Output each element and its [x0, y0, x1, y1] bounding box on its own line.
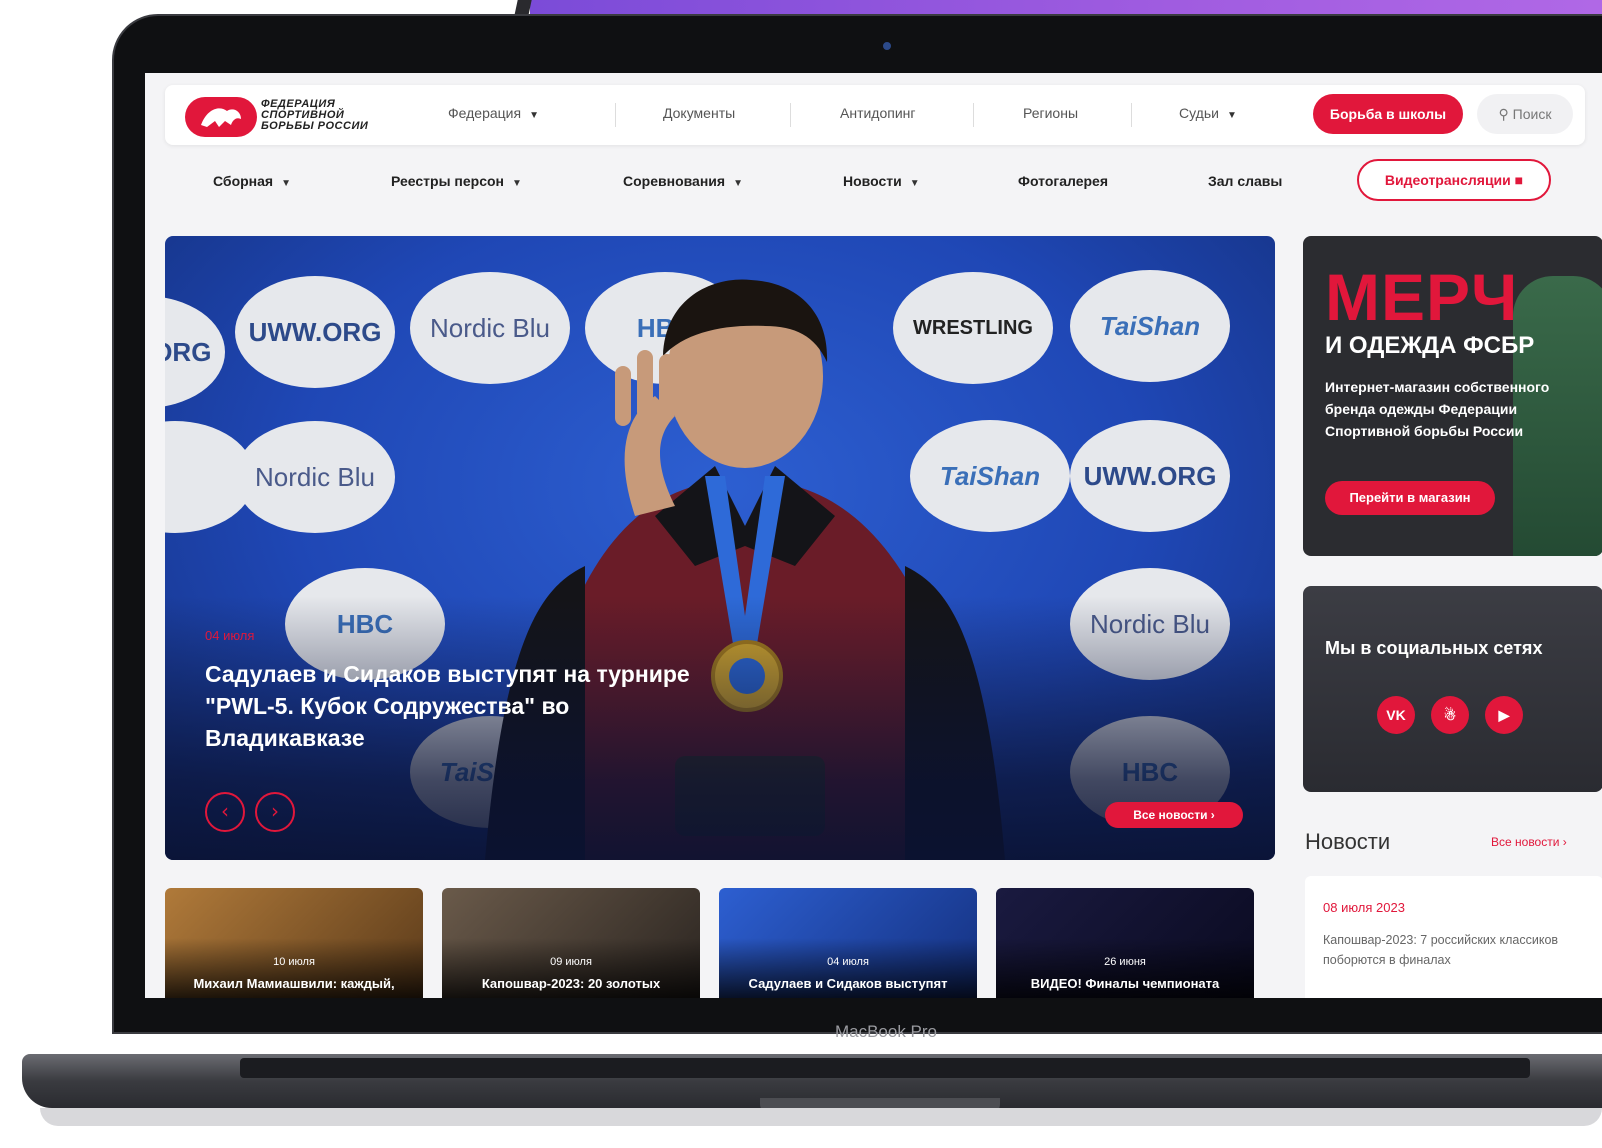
divider — [790, 103, 791, 127]
sponsor-badge: UWW.ORG — [165, 296, 225, 408]
nav-federation[interactable]: Федерация ▼ — [448, 105, 539, 121]
thumb-date: 26 июня — [1104, 956, 1146, 968]
divider — [615, 103, 616, 127]
thumb-date: 09 июля — [550, 956, 592, 968]
logo-text: ФЕДЕРАЦИЯ СПОРТИВНОЙ БОРЬБЫ РОССИИ — [261, 98, 369, 132]
go-to-shop-button[interactable]: Перейти в магазин — [1325, 481, 1495, 515]
nav-regions[interactable]: Регионы — [1023, 105, 1078, 121]
video-broadcasts-button[interactable]: Видеотрансляции ■ — [1357, 159, 1551, 201]
all-news-link[interactable]: Все новости › — [1491, 835, 1567, 849]
thumb-date: 10 июля — [273, 956, 315, 968]
device-label: MacBook Pro — [834, 1022, 938, 1041]
divider — [973, 103, 974, 127]
hero-title[interactable]: Садулаев и Сидаков выступят на турнире "… — [205, 658, 725, 754]
vk-icon[interactable]: VK — [1377, 696, 1415, 734]
sponsor-badge: Nordic Blu — [235, 421, 395, 533]
social-title: Мы в социальных сетях — [1325, 638, 1543, 658]
nav-judges[interactable]: Судьи ▼ — [1179, 105, 1237, 121]
nav-documents[interactable]: Документы — [663, 105, 735, 121]
news-thumb[interactable]: 26 июня ВИДЕО! Финалы чемпионата — [996, 888, 1254, 998]
slider-next-button[interactable]: › — [255, 792, 295, 832]
news-thumb[interactable]: 10 июля Михаил Мамиашвили: каждый, — [165, 888, 423, 998]
merch-banner[interactable]: МЕРЧ И ОДЕЖДА ФСБР Интернет-магазин собс… — [1303, 236, 1602, 556]
chevron-down-icon: ▼ — [512, 178, 522, 189]
thumb-date: 04 июля — [827, 956, 869, 968]
chevron-down-icon: ▼ — [529, 110, 539, 121]
nav-antidoping[interactable]: Антидопинг — [840, 105, 916, 121]
thumb-title: Капошвар-2023: 20 золотых — [481, 976, 661, 991]
camera-record-icon: ■ — [1514, 172, 1524, 188]
merch-subtitle: И ОДЕЖДА ФСБР — [1325, 332, 1535, 359]
wrestlers-logo-icon — [185, 97, 257, 137]
thumb-title: Садулаев и Сидаков выступят — [748, 976, 948, 991]
camera-icon — [883, 42, 891, 50]
sponsor-badge: UWW.ORG — [1070, 420, 1230, 532]
secnav-team[interactable]: Сборная ▼ — [213, 173, 291, 189]
top-navigation: ФЕДЕРАЦИЯ СПОРТИВНОЙ БОРЬБЫ РОССИИ Федер… — [165, 85, 1585, 145]
social-networks-banner: Мы в социальных сетях VK ☃ ▶ — [1303, 586, 1602, 792]
search-icon: ⚲ — [1498, 106, 1509, 122]
news-thumb[interactable]: 04 июля Садулаев и Сидаков выступят — [719, 888, 977, 998]
news-text: Капошвар-2023: 7 российских классиков по… — [1323, 933, 1559, 967]
slider-prev-button[interactable]: ‹ — [205, 792, 245, 832]
laptop-shadow — [40, 1108, 1602, 1126]
sponsor-badge: TaiShan — [1070, 270, 1230, 382]
browser-screen: ФЕДЕРАЦИЯ СПОРТИВНОЙ БОРЬБЫ РОССИИ Федер… — [145, 73, 1602, 998]
hero-date: 04 июля — [205, 628, 255, 643]
secnav-hall-of-fame[interactable]: Зал славы — [1208, 173, 1282, 189]
secnav-news[interactable]: Новости ▼ — [843, 173, 920, 189]
fsbr-logo[interactable]: ФЕДЕРАЦИЯ СПОРТИВНОЙ БОРЬБЫ РОССИИ — [185, 93, 385, 139]
search-button[interactable]: ⚲ Поиск — [1477, 94, 1573, 134]
mockup-stage: ФЕДЕРАЦИЯ СПОРТИВНОЙ БОРЬБЫ РОССИИ Федер… — [0, 0, 1602, 1148]
news-date: 08 июля 2023 — [1323, 900, 1405, 915]
divider — [1131, 103, 1132, 127]
secnav-registries[interactable]: Реестры персон ▼ — [391, 173, 522, 189]
news-heading: Новости — [1305, 829, 1391, 854]
chevron-left-icon: ‹ — [221, 799, 229, 823]
hero-all-news-button[interactable]: Все новости › — [1105, 802, 1243, 828]
chevron-right-icon: › — [1562, 835, 1567, 849]
chevron-down-icon: ▼ — [909, 178, 920, 189]
chevron-right-icon: › — [271, 799, 279, 823]
hero-slider[interactable]: UWW.ORG UWW.ORG Nordic Blu HBC WRESTLING… — [165, 236, 1275, 860]
secnav-competitions[interactable]: Соревнования ▼ — [623, 173, 743, 189]
news-thumb[interactable]: 09 июля Капошвар-2023: 20 золотых — [442, 888, 700, 998]
chevron-down-icon: ▼ — [1226, 110, 1237, 121]
chevron-down-icon: ▼ — [733, 178, 743, 189]
ok-icon[interactable]: ☃ — [1431, 696, 1469, 734]
secnav-photogallery[interactable]: Фотогалерея — [1018, 173, 1108, 189]
wrestling-in-schools-button[interactable]: Борьба в школы — [1313, 94, 1463, 134]
thumb-title: ВИДЕО! Финалы чемпионата — [1030, 976, 1220, 991]
youtube-icon[interactable]: ▶ — [1485, 696, 1523, 734]
sponsor-badge: UWW.ORG — [235, 276, 395, 388]
news-card[interactable]: 08 июля 2023 Капошвар-2023: 7 российских… — [1305, 876, 1602, 998]
laptop-keyboard-edge — [240, 1058, 1530, 1078]
chevron-right-icon: › — [1210, 808, 1215, 822]
merch-title: МЕРЧ — [1325, 260, 1519, 334]
merch-description: Интернет-магазин собственного бренда оде… — [1325, 379, 1550, 439]
thumb-title: Михаил Мамиашвили: каждый, — [193, 976, 395, 991]
chevron-down-icon: ▼ — [281, 178, 291, 189]
